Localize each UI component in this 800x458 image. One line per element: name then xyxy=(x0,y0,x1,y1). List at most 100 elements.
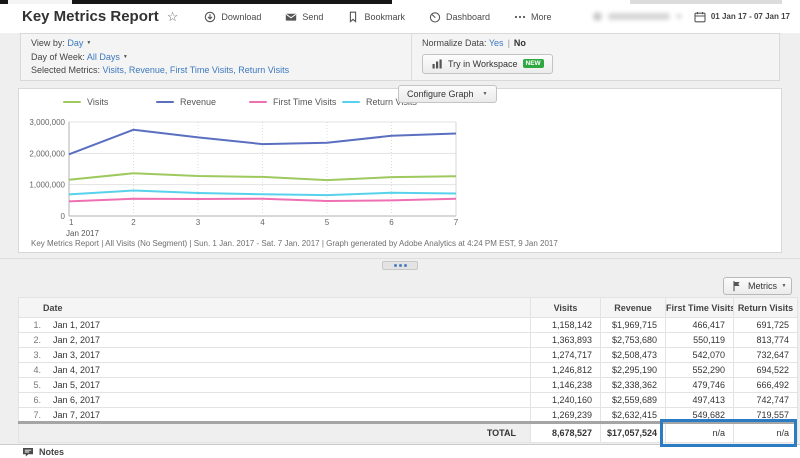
configure-graph-label: Configure Graph xyxy=(407,89,474,99)
table-row: 3. Jan 3, 2017 1,274,717 $2,508,473 542,070 7… xyxy=(18,347,798,363)
row-date: Jan 5, 2017 xyxy=(53,380,101,390)
notes-bar[interactable]: Notes xyxy=(0,444,800,458)
column-header-date[interactable]: Date xyxy=(18,297,531,318)
metrics-button[interactable]: Metrics xyxy=(723,277,785,295)
action-label: Download xyxy=(221,11,262,22)
row-date: Jan 2, 2017 xyxy=(53,335,101,345)
table-row: 5. Jan 5, 2017 1,146,238 $2,338,362 479,746 6… xyxy=(18,377,798,393)
visits-cell: 1,146,238 xyxy=(530,377,601,393)
revenue-cell: $2,559,689 xyxy=(600,392,666,408)
dashboard-button[interactable]: Dashboard xyxy=(429,11,490,23)
svg-text:2,000,000: 2,000,000 xyxy=(29,149,65,158)
page-title: Key Metrics Report xyxy=(22,8,159,25)
chart-legend: Visits Revenue First Time Visits Return Vis… xyxy=(63,97,435,107)
total-row: TOTAL 8,678,527 $17,057,524 n/a n/a xyxy=(18,422,798,443)
date-cell: 4. Jan 4, 2017 xyxy=(18,362,531,378)
notes-label: Notes xyxy=(39,446,65,457)
svg-text:7: 7 xyxy=(454,218,459,227)
svg-text:5: 5 xyxy=(325,218,330,227)
favorite-star-icon[interactable]: ☆ xyxy=(167,9,179,25)
normalize-yes-link[interactable]: Yes xyxy=(489,38,504,48)
legend-label: Visits xyxy=(87,97,109,107)
svg-text:3: 3 xyxy=(196,218,201,227)
row-date: Jan 1, 2017 xyxy=(53,320,101,330)
line-chart: 0 1,000,000 2,000,000 3,000,000 1 2 3 4 5 6 7 Jan 2… xyxy=(29,118,459,238)
redacted-avatar xyxy=(592,12,602,21)
date-cell: 1. Jan 1, 2017 xyxy=(18,317,531,333)
day-of-week-row: Day of Week: All Days xyxy=(31,51,401,65)
column-header-return-visits[interactable]: Return Visits xyxy=(733,297,798,318)
view-by-select[interactable]: Day xyxy=(67,38,83,48)
revenue-cell: $1,969,715 xyxy=(600,317,666,333)
action-label: More xyxy=(530,11,552,22)
revenue-cell: $2,338,362 xyxy=(600,377,666,393)
view-by-label: View by: xyxy=(31,38,65,48)
graph-caption: Key Metrics Report | All Visits (No Segm… xyxy=(31,239,558,248)
column-header-visits[interactable]: Visits xyxy=(530,297,601,318)
legend-item: First Time Visits xyxy=(249,97,342,107)
svg-text:4: 4 xyxy=(260,218,265,227)
legend-item: Revenue xyxy=(156,97,249,107)
row-number: 5. xyxy=(33,380,41,390)
chevron-down-icon xyxy=(675,14,682,19)
total-revenue: $17,057,524 xyxy=(600,422,666,443)
try-in-workspace-label: Try in Workspace xyxy=(448,58,518,69)
browser-crop-artifact xyxy=(630,0,782,4)
row-date: Jan 7, 2017 xyxy=(53,410,101,420)
chevron-down-icon xyxy=(86,37,91,51)
svg-text:3,000,000: 3,000,000 xyxy=(29,118,65,127)
panel-resize-handle[interactable] xyxy=(382,261,418,270)
action-label: Dashboard xyxy=(445,11,490,22)
legend-swatch xyxy=(63,101,81,103)
first-time-visits-cell: 542,070 xyxy=(665,347,734,363)
report-header: Key Metrics Report ☆ Download Send Bookmar… xyxy=(0,0,800,33)
date-range-picker[interactable]: 01 Jan 17 - 07 Jan 17 xyxy=(694,11,790,23)
svg-text:1,000,000: 1,000,000 xyxy=(29,181,65,190)
svg-text:2: 2 xyxy=(131,218,136,227)
date-cell: 2. Jan 2, 2017 xyxy=(18,332,531,348)
configure-graph-button[interactable]: Configure Graph xyxy=(398,85,497,103)
graph-panel: Visits Revenue First Time Visits Return Vis… xyxy=(18,85,782,253)
total-first-time-visits: n/a xyxy=(665,422,734,443)
total-label: TOTAL xyxy=(18,422,531,443)
total-visits: 8,678,527 xyxy=(530,422,601,443)
download-button[interactable]: Download xyxy=(204,11,261,23)
row-number: 6. xyxy=(33,395,41,405)
separator: | xyxy=(507,38,510,48)
selected-metrics-links[interactable]: Visits, Revenue, First Time Visits, Retu… xyxy=(103,65,290,75)
filter-left: View by: Day Day of Week: All Days Selec… xyxy=(21,34,411,80)
visits-cell: 1,158,142 xyxy=(530,317,601,333)
table-header: Date Visits Revenue First Time Visits Return… xyxy=(18,297,798,318)
workspace-chart-icon xyxy=(431,58,443,70)
column-header-revenue[interactable]: Revenue xyxy=(600,297,666,318)
table-row: 2. Jan 2, 2017 1,363,893 $2,753,680 550,119 8… xyxy=(18,332,798,348)
row-number: 2. xyxy=(33,335,41,345)
normalize-data-row: Normalize Data: Yes | No xyxy=(422,37,769,51)
day-of-week-select[interactable]: All Days xyxy=(87,52,120,62)
svg-text:Jan 2017: Jan 2017 xyxy=(66,229,99,238)
revenue-cell: $2,295,190 xyxy=(600,362,666,378)
date-range-label: 01 Jan 17 - 07 Jan 17 xyxy=(710,12,790,21)
normalize-no-option[interactable]: No xyxy=(514,38,526,48)
view-by-row: View by: Day xyxy=(31,37,401,51)
selected-metrics-row: Selected Metrics: Visits, Revenue, First… xyxy=(31,64,401,78)
date-cell: 3. Jan 3, 2017 xyxy=(18,347,531,363)
redacted-report-suite-selector[interactable] xyxy=(592,12,682,21)
action-label: Send xyxy=(302,11,324,22)
legend-swatch xyxy=(249,101,267,103)
table-scrollbar[interactable] xyxy=(18,421,797,424)
browser-crop-artifact xyxy=(8,0,72,4)
metrics-flag-icon xyxy=(731,280,743,292)
metrics-dropdown-arrow[interactable] xyxy=(777,277,792,295)
table-row: 4. Jan 4, 2017 1,246,812 $2,295,190 552,290 6… xyxy=(18,362,798,378)
filter-right: Normalize Data: Yes | No Try in Workspace … xyxy=(411,34,779,80)
send-button[interactable]: Send xyxy=(285,11,323,23)
bookmark-button[interactable]: Bookmark xyxy=(347,11,405,23)
row-number: 4. xyxy=(33,365,41,375)
more-button[interactable]: More xyxy=(514,11,552,23)
send-icon xyxy=(285,11,297,23)
try-in-workspace-button[interactable]: Try in Workspace NEW xyxy=(422,53,553,74)
column-header-first-time-visits[interactable]: First Time Visits xyxy=(665,297,734,318)
metrics-button-label: Metrics xyxy=(748,281,777,291)
legend-item: Visits xyxy=(63,97,156,107)
